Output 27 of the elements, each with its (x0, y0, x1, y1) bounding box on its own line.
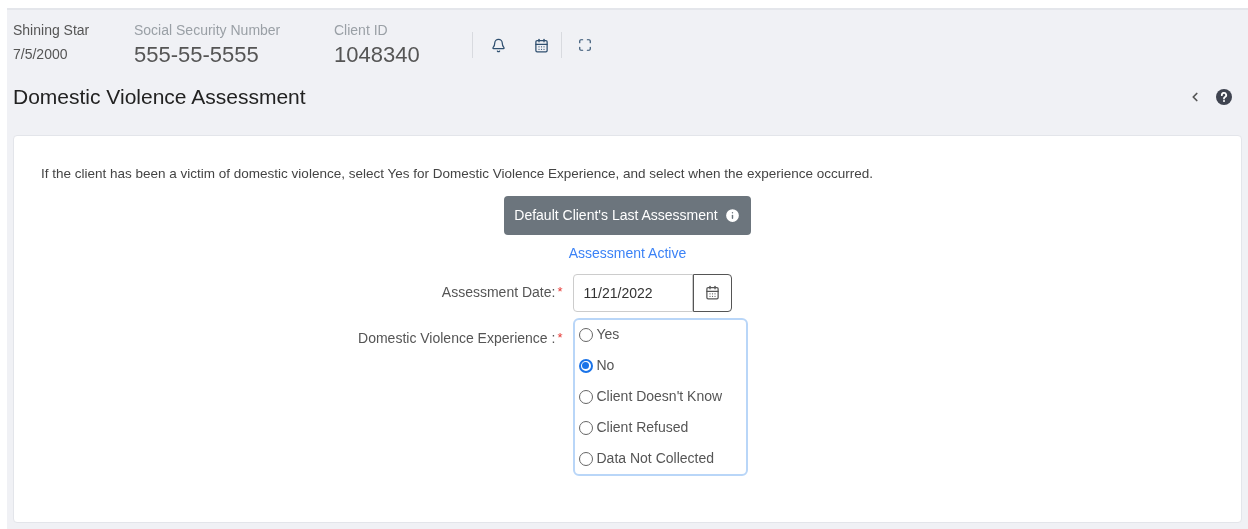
field-value: 1048340 (334, 41, 421, 69)
calendar-icon[interactable] (534, 37, 549, 53)
date-picker-button[interactable] (692, 273, 732, 312)
radio-option[interactable]: Yes (578, 324, 742, 345)
client-birthdate: 7/5/2000 (13, 45, 69, 64)
client-name: Shining Star (13, 21, 91, 40)
radio-option[interactable]: Data Not Collected (578, 448, 742, 469)
required-mark: * (557, 328, 563, 347)
field-label: Social Security Number (134, 21, 282, 40)
field-label: Domestic Violence Experience : (358, 328, 556, 348)
field-label: Client ID (334, 21, 389, 40)
radio-option[interactable]: Client Refused (578, 417, 742, 438)
radio-option[interactable]: Client Doesn't Know (578, 386, 742, 407)
help-icon[interactable] (1216, 88, 1232, 105)
instructions-text: If the client has been a victim of domestic violence, select Yes for Domestic Violence Experience, and select when the experience occurred. (41, 164, 873, 183)
field-value: 555-55-5555 (134, 41, 260, 69)
bell-icon[interactable] (491, 37, 506, 53)
fullscreen-icon[interactable] (578, 38, 592, 52)
assessment-status-link[interactable]: Assessment Active (568, 242, 687, 264)
field-label: Assessment Date: (441, 283, 556, 303)
page-title: Domestic Violence Assessment (13, 84, 306, 110)
info-icon (723, 206, 741, 224)
radio-option[interactable]: No (578, 355, 742, 376)
date-field[interactable]: 11/21/2022 (572, 273, 693, 312)
required-mark: * (557, 282, 563, 301)
default-assessment-button[interactable]: Default Client's Last Assessment (504, 195, 751, 235)
calendar-icon (704, 285, 720, 301)
